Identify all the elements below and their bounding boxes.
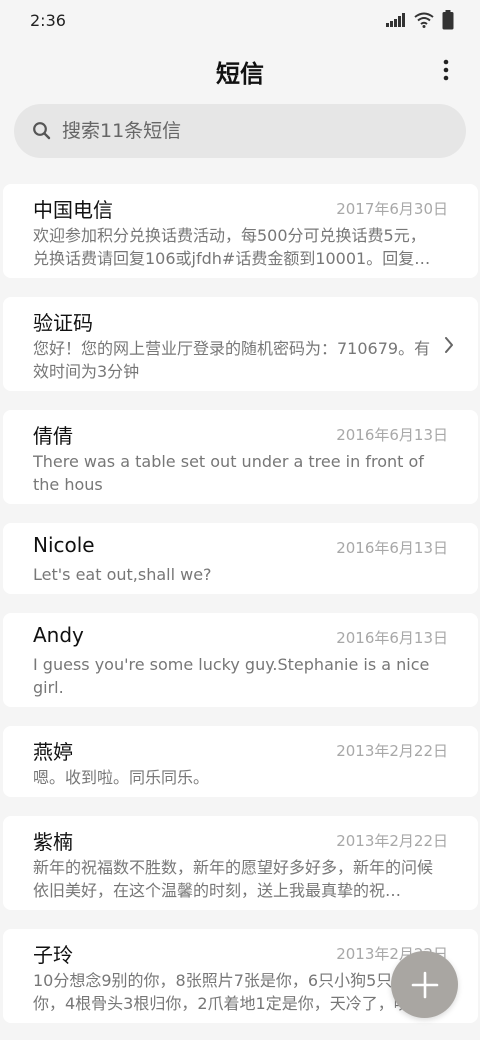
- message-preview: There was a table set out under a tree i…: [33, 452, 424, 494]
- sender-name: 紫楠: [33, 830, 73, 854]
- app-header: 短信: [0, 48, 480, 92]
- status-bar: 2:36: [0, 0, 480, 42]
- message-card[interactable]: Andy 2016年6月13日 I guess you're some luck…: [3, 613, 478, 707]
- sender-name: 燕婷: [33, 740, 73, 764]
- message-date: 2016年6月13日: [336, 629, 448, 647]
- message-preview: 10分想念9别的你，8张照片7张是你，6只小狗5只像你，4根骨头3根归你，2爪着…: [33, 971, 426, 1013]
- message-card[interactable]: 倩倩 2016年6月13日 There was a table set out …: [3, 410, 478, 504]
- sender-name: Andy: [33, 623, 84, 647]
- battery-icon: [442, 10, 454, 30]
- sender-name: 中国电信: [33, 198, 113, 222]
- message-preview: 您好！您的网上营业厅登录的随机密码为：710679。有效时间为3分钟: [33, 339, 431, 381]
- message-card[interactable]: 中国电信 2017年6月30日 欢迎参加积分兑换话费活动，每500分可兑换话费5…: [3, 184, 478, 278]
- search-bar[interactable]: [14, 104, 466, 158]
- message-preview: 嗯。收到啦。同乐同乐。: [33, 768, 210, 787]
- wifi-icon: [414, 12, 434, 28]
- message-preview: Let's eat out,shall we?: [33, 565, 212, 584]
- plus-icon: [411, 971, 438, 998]
- chevron-right-icon: [445, 337, 453, 353]
- message-card[interactable]: 燕婷 2013年2月22日 嗯。收到啦。同乐同乐。: [3, 726, 478, 797]
- message-preview: I guess you're some lucky guy.Stephanie …: [33, 655, 430, 697]
- message-date: 2017年6月30日: [336, 200, 448, 218]
- message-preview: 新年的祝福数不胜数，新年的愿望好多好多，新年的问候依旧美好，在这个温馨的时刻，送…: [33, 858, 434, 900]
- sender-name: 子玲: [33, 943, 73, 967]
- search-icon: [33, 122, 51, 140]
- message-date: 2016年6月13日: [336, 539, 448, 557]
- message-date: 2013年2月22日: [336, 832, 448, 850]
- message-card[interactable]: Nicole 2016年6月13日 Let's eat out,shall we…: [3, 523, 478, 594]
- new-message-button[interactable]: [391, 951, 458, 1018]
- sender-name: Nicole: [33, 533, 95, 557]
- message-date: 2016年6月13日: [336, 426, 448, 444]
- page-title: 短信: [216, 60, 264, 88]
- sender-name: 倩倩: [33, 424, 73, 448]
- message-preview: 欢迎参加积分兑换话费活动，每500分可兑换话费5元，兑换话费请回复106或jfd…: [33, 226, 431, 268]
- message-date: 2013年2月22日: [336, 742, 448, 760]
- message-card[interactable]: 验证码 您好！您的网上营业厅登录的随机密码为：710679。有效时间为3分钟: [3, 297, 478, 391]
- more-menu-button[interactable]: [434, 56, 458, 84]
- search-input[interactable]: [62, 104, 442, 158]
- status-icons: [386, 10, 454, 30]
- sender-name: 验证码: [33, 311, 93, 335]
- message-card[interactable]: 紫楠 2013年2月22日 新年的祝福数不胜数，新年的愿望好多好多，新年的问候依…: [3, 816, 478, 910]
- signal-icon: [386, 13, 405, 27]
- status-time: 2:36: [30, 11, 66, 30]
- more-vertical-icon: [443, 59, 449, 81]
